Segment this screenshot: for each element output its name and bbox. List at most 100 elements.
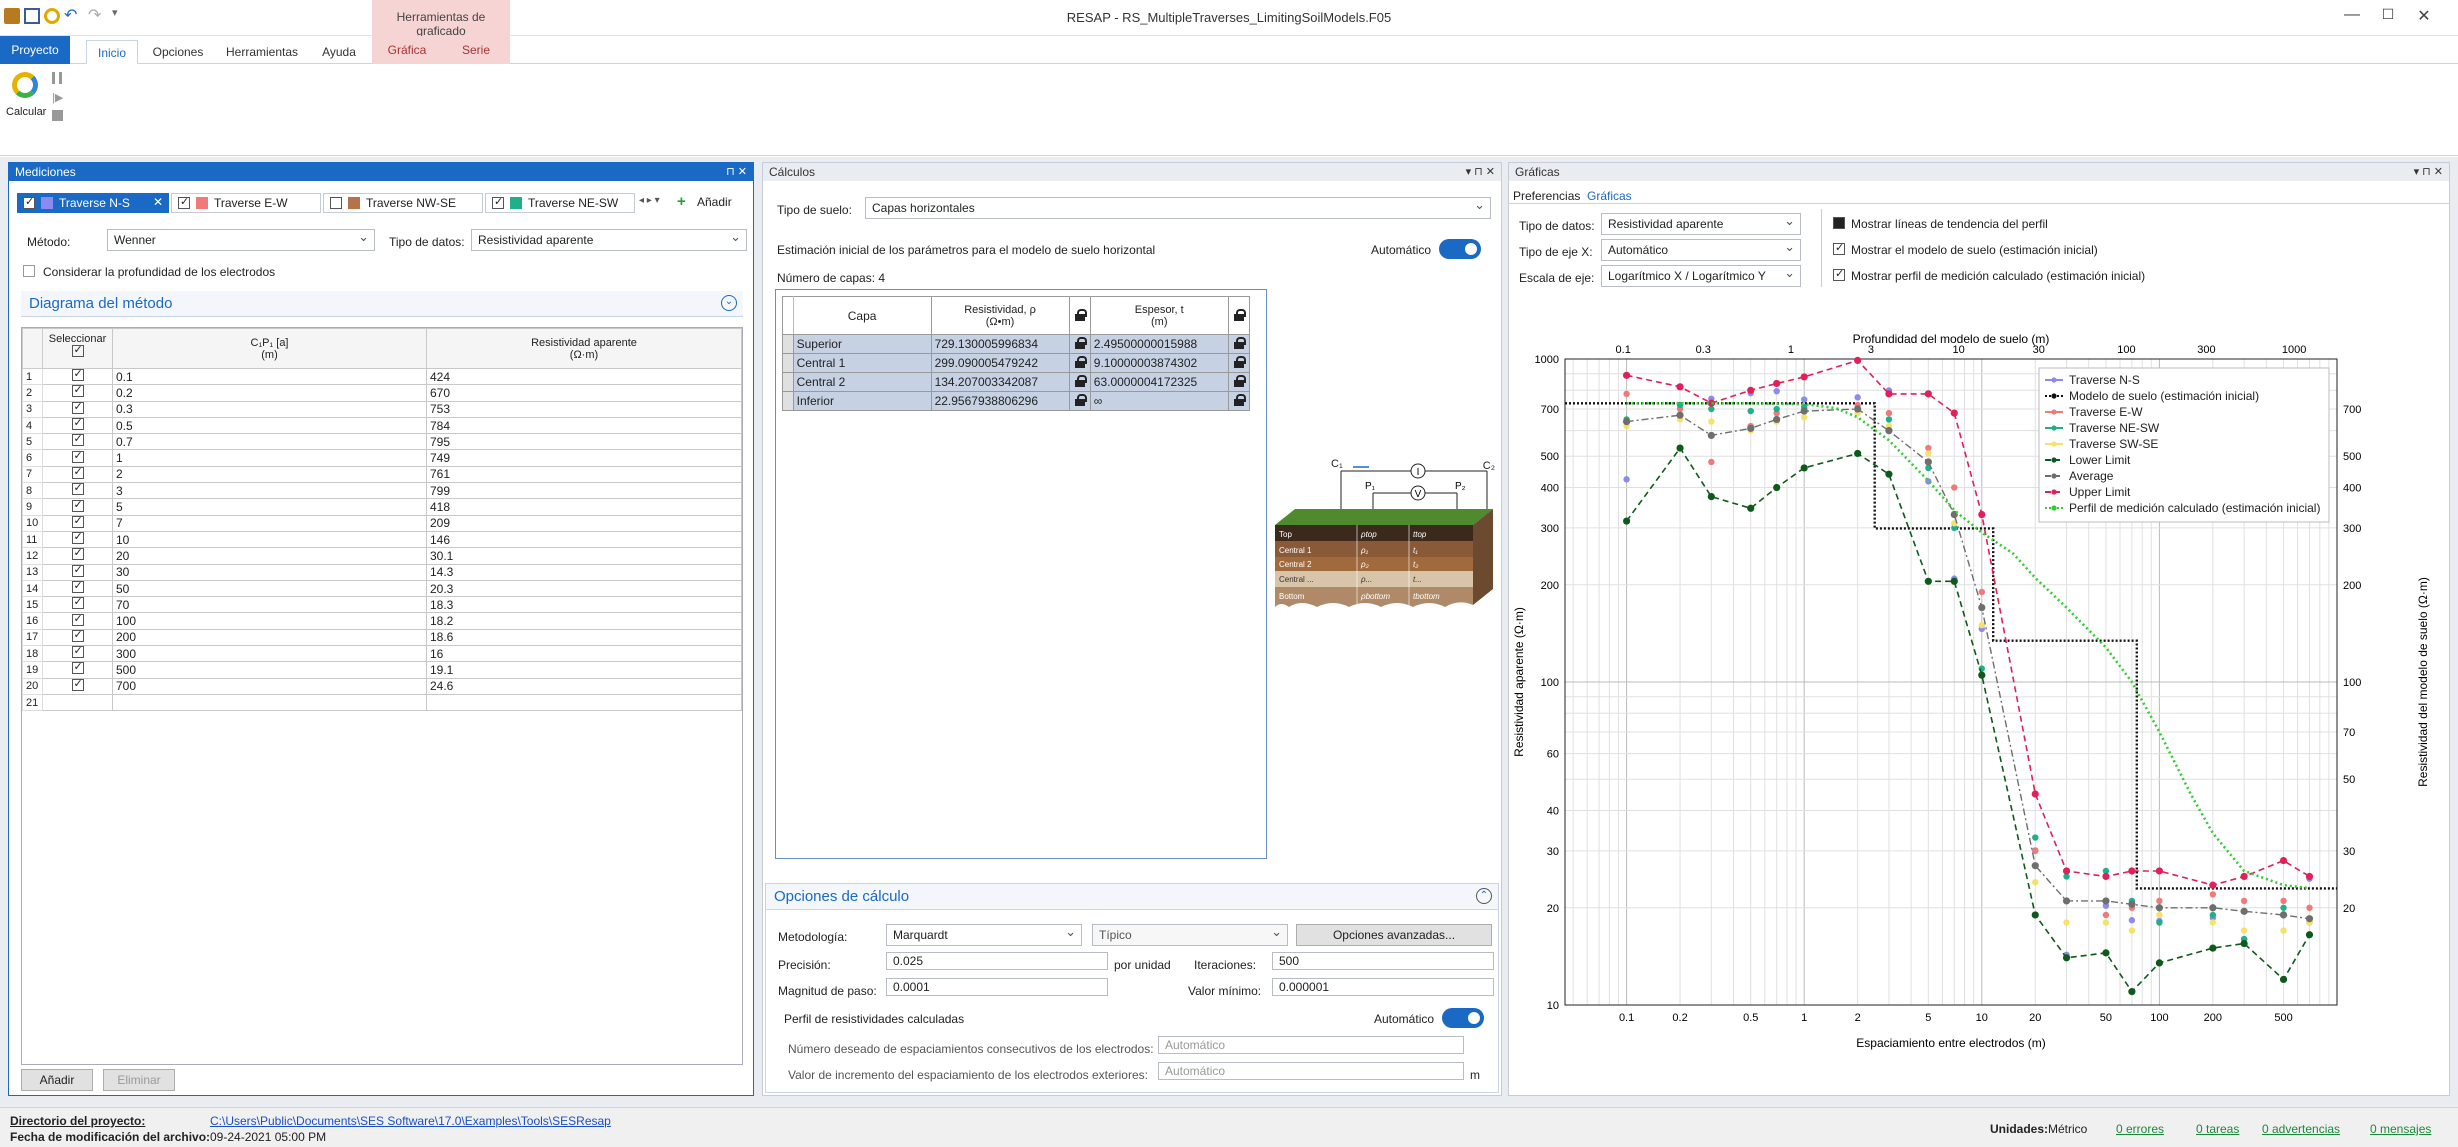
project-dir-link[interactable]: C:\Users\Public\Documents\SES Software\1…	[210, 1114, 611, 1128]
row-select-cell[interactable]: ✓	[42, 367, 113, 386]
method-select[interactable]: Wenner	[107, 227, 375, 251]
spacing-cell[interactable]: 2	[112, 465, 427, 484]
spacing-cell[interactable]: 700	[112, 677, 427, 695]
increment-input[interactable]: Automático	[1158, 1062, 1464, 1080]
layer-res-cell[interactable]: 729.130005996834	[930, 334, 1070, 354]
panel-controls-icon[interactable]: ▾ ⊓ ✕	[1466, 163, 1495, 181]
thk-lock-cell[interactable]	[1227, 334, 1251, 354]
resistivity-cell[interactable]: 19.1	[426, 661, 742, 679]
resistivity-cell[interactable]: 209	[426, 514, 742, 532]
tab-preferencias[interactable]: Preferencias	[1513, 189, 1580, 203]
layer-row[interactable]: Inferior 22.9567938806296 ∞	[782, 391, 1251, 411]
res-lock-cell[interactable]	[1068, 334, 1091, 354]
advanced-options-button[interactable]: Opciones avanzadas...	[1296, 924, 1492, 946]
spacing-cell[interactable]: 50	[112, 579, 427, 598]
row-checkbox[interactable]: ✓	[71, 515, 84, 528]
resistivity-cell[interactable]: 424	[426, 367, 742, 386]
calculate-button-label[interactable]: Calcular	[6, 106, 46, 118]
close-icon[interactable]: ✕	[2412, 6, 2436, 28]
resistivity-cell[interactable]: 24.6	[426, 677, 742, 695]
traverse-ns-checkbox[interactable]	[23, 195, 35, 209]
tab-serie[interactable]: Serie	[442, 36, 510, 64]
table-row[interactable]: 19 ✓ 500 19.1	[22, 661, 742, 679]
minval-input[interactable]: 0.000001	[1272, 978, 1494, 996]
resistivity-chart[interactable]: 0.1 0.2 0.5 1 2 5 10 20 50 100 200 500 0.1 0.3 1 3 10 30…	[1509, 297, 2449, 1095]
layer-row[interactable]: Central 2 134.207003342087 63.000000417232…	[782, 372, 1251, 392]
row-select-cell[interactable]: ✓	[42, 416, 113, 435]
row-checkbox[interactable]: ✓	[71, 613, 84, 626]
row-select-cell[interactable]: ✓	[42, 596, 113, 614]
iterations-input[interactable]: 500	[1272, 952, 1494, 970]
row-select-cell[interactable]: ✓	[42, 530, 113, 549]
resistivity-cell[interactable]: 784	[426, 416, 742, 435]
traverse-ew-checkbox[interactable]	[178, 195, 190, 209]
table-row[interactable]: 6 ✓ 1 749	[22, 449, 742, 467]
table-row[interactable]: 11 ✓ 10 146	[22, 530, 742, 549]
chevron-down-icon[interactable]: ⌄	[721, 295, 737, 311]
table-row[interactable]: 15 ✓ 70 18.3	[22, 596, 742, 614]
row-select-cell[interactable]: ✓	[42, 400, 113, 418]
spacings-input[interactable]: Automático	[1158, 1036, 1464, 1054]
show-model-checkbox[interactable]	[1833, 241, 1845, 255]
tasks-link[interactable]: 0 tareas	[2196, 1122, 2239, 1136]
row-checkbox[interactable]: ✓	[71, 531, 84, 545]
thk-lock-cell[interactable]	[1227, 372, 1251, 392]
row-select-cell[interactable]: ✓	[42, 514, 113, 532]
tab-scroll-icon[interactable]: ◂ ▸ ▾	[639, 195, 660, 206]
resistivity-cell[interactable]: 18.6	[426, 628, 742, 647]
row-select-cell[interactable]: ✓	[42, 661, 113, 679]
tab-proyecto[interactable]: Proyecto	[0, 36, 70, 64]
tab-grafica[interactable]: Gráfica	[372, 36, 442, 64]
layer-thk-cell[interactable]: 9.10000003874302	[1089, 353, 1229, 373]
resistivity-cell[interactable]: 20.3	[426, 579, 742, 598]
axis-scale-select[interactable]: Logarítmico X / Logarítmico Y	[1601, 263, 1801, 287]
row-checkbox[interactable]: ✓	[71, 661, 84, 675]
row-select-cell[interactable]: ✓	[42, 612, 113, 630]
precision-input[interactable]: 0.025	[886, 952, 1108, 970]
table-row[interactable]: 2 ✓ 0.2 670	[22, 384, 742, 402]
row-checkbox[interactable]: ✓	[71, 499, 84, 512]
messages-link[interactable]: 0 mensajes	[2370, 1122, 2431, 1136]
res-lock-cell[interactable]	[1068, 372, 1091, 392]
resistivity-cell[interactable]: 761	[426, 465, 742, 484]
layer-res-cell[interactable]: 134.207003342087	[930, 372, 1070, 392]
resistivity-cell[interactable]: 670	[426, 384, 742, 402]
table-row-new[interactable]: 21	[22, 693, 742, 712]
traverse-tab-ew[interactable]: Traverse E-W	[171, 193, 321, 213]
table-row[interactable]: 9 ✓ 5 418	[22, 498, 742, 516]
row-select-cell[interactable]: ✓	[42, 384, 113, 402]
pause-icon[interactable]	[52, 72, 62, 84]
table-row[interactable]: 5 ✓ 0.7 795	[22, 433, 742, 451]
res-lock-header[interactable]	[1068, 296, 1091, 335]
spacing-cell[interactable]: 70	[112, 596, 427, 614]
stop-icon[interactable]	[52, 110, 63, 121]
thk-lock-cell[interactable]	[1227, 353, 1251, 373]
resistivity-cell[interactable]: 18.3	[426, 596, 742, 614]
resistivity-cell[interactable]: 418	[426, 498, 742, 516]
layer-thk-cell[interactable]: ∞	[1089, 391, 1229, 411]
auto-profile-toggle[interactable]	[1442, 1008, 1484, 1028]
table-row[interactable]: 8 ✓ 3 799	[22, 482, 742, 500]
minimize-icon[interactable]: —	[2340, 6, 2364, 28]
row-select-cell[interactable]: ✓	[42, 645, 113, 663]
layer-row[interactable]: Superior 729.130005996834 2.49500000015988	[782, 334, 1251, 354]
spacing-cell[interactable]: 0.5	[112, 416, 427, 435]
chart-legend[interactable]: Traverse N-S Modelo de suelo (estimación …	[2038, 367, 2330, 523]
spacing-cell[interactable]: 20	[112, 547, 427, 565]
chevron-up-icon[interactable]: ⌃	[1476, 888, 1492, 904]
row-select-cell[interactable]: ✓	[42, 465, 113, 484]
row-checkbox[interactable]: ✓	[71, 368, 84, 382]
row-select-cell[interactable]	[42, 693, 113, 712]
resistivity-cell[interactable]: 146	[426, 530, 742, 549]
layer-row-selector[interactable]	[782, 334, 794, 354]
res-lock-cell[interactable]	[1068, 391, 1091, 411]
tab-ayuda[interactable]: Ayuda	[316, 40, 362, 64]
row-checkbox[interactable]: ✓	[71, 433, 84, 447]
mode-select[interactable]: Típico	[1092, 922, 1288, 946]
table-row[interactable]: 3 ✓ 0.3 753	[22, 400, 742, 418]
calculate-button-icon[interactable]	[12, 72, 38, 98]
row-select-cell[interactable]: ✓	[42, 449, 113, 467]
row-checkbox[interactable]: ✓	[71, 645, 84, 659]
resistivity-cell[interactable]: 30.1	[426, 547, 742, 565]
spacing-cell[interactable]: 0.3	[112, 400, 427, 418]
